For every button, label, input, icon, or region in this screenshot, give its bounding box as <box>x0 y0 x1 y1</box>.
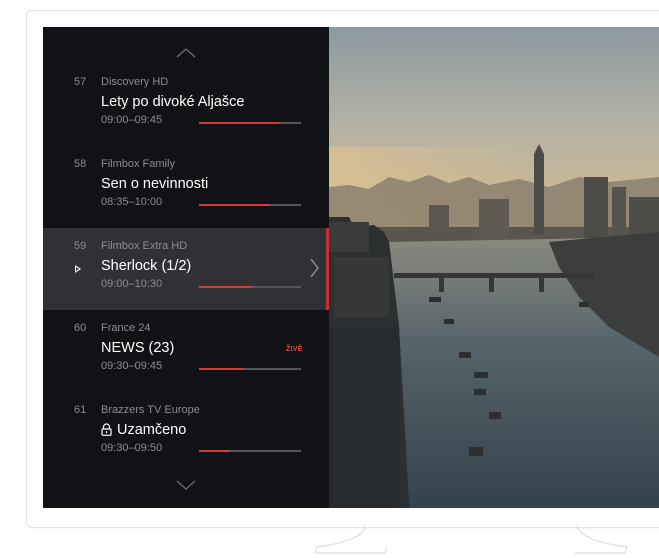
program-title: NEWS (23) <box>101 340 175 356</box>
tv-stand-right <box>575 525 628 554</box>
channel-name: Filmbox Extra HD <box>101 240 188 252</box>
channel-name: Discovery HD <box>101 76 169 88</box>
channel-row-57[interactable]: 57 Discovery HD Lety po divoké Aljašce 0… <box>43 64 329 146</box>
scroll-up-button[interactable] <box>43 43 329 63</box>
channel-number: 57 <box>74 76 87 88</box>
tv-screen: 57 Discovery HD Lety po divoké Aljašce 0… <box>43 27 659 508</box>
chevron-down-icon <box>176 480 196 490</box>
progress-fill <box>199 122 279 124</box>
chevron-up-icon <box>176 48 196 58</box>
program-title-wrap: Uzamčeno <box>101 422 186 438</box>
play-icon <box>75 265 81 273</box>
channel-row-60[interactable]: 60 France 24 NEWS (23) ŽIVĚ 09:30–09:45 <box>43 310 329 392</box>
channel-number: 58 <box>74 158 87 170</box>
chevron-right-icon[interactable] <box>310 258 319 278</box>
channel-name: France 24 <box>101 322 151 334</box>
progress-fill <box>199 204 271 206</box>
progress-bar <box>199 450 301 452</box>
progress-fill <box>199 286 253 288</box>
channel-number: 61 <box>74 404 87 416</box>
progress-fill <box>199 450 230 452</box>
progress-fill <box>199 368 243 370</box>
program-title: Sherlock (1/2) <box>101 258 192 274</box>
progress-bar <box>199 286 301 288</box>
lock-icon <box>101 423 112 436</box>
channel-name: Filmbox Family <box>101 158 175 170</box>
channel-name: Brazzers TV Europe <box>101 404 200 416</box>
program-time: 09:00–09:45 <box>101 114 163 126</box>
channel-number: 59 <box>74 240 87 252</box>
tv-stand-left <box>315 525 387 554</box>
channel-row-61[interactable]: 61 Brazzers TV Europe Uzamčeno 09:30–09:… <box>43 392 329 474</box>
progress-bar <box>199 368 301 370</box>
program-title: Sen o nevinnosti <box>101 176 209 192</box>
channel-row-59[interactable]: 59 Filmbox Extra HD Sherlock (1/2) 09:00… <box>43 228 329 310</box>
city-river-scene <box>329 27 659 508</box>
program-time: 09:00–10:30 <box>101 278 163 290</box>
program-time: 08:35–10:00 <box>101 196 163 208</box>
live-preview-image <box>329 27 659 508</box>
channel-row-58[interactable]: 58 Filmbox Family Sen o nevinnosti 08:35… <box>43 146 329 228</box>
program-time: 09:30–09:45 <box>101 360 163 372</box>
program-title: Lety po divoké Aljašce <box>101 94 245 110</box>
channel-number: 60 <box>74 322 87 334</box>
progress-bar <box>199 122 301 124</box>
live-badge: ŽIVĚ <box>286 346 303 353</box>
scroll-down-button[interactable] <box>43 475 329 495</box>
channel-list: 57 Discovery HD Lety po divoké Aljašce 0… <box>43 27 329 508</box>
program-title: Uzamčeno <box>117 422 187 438</box>
program-time: 09:30–09:50 <box>101 442 163 454</box>
progress-bar <box>199 204 301 206</box>
